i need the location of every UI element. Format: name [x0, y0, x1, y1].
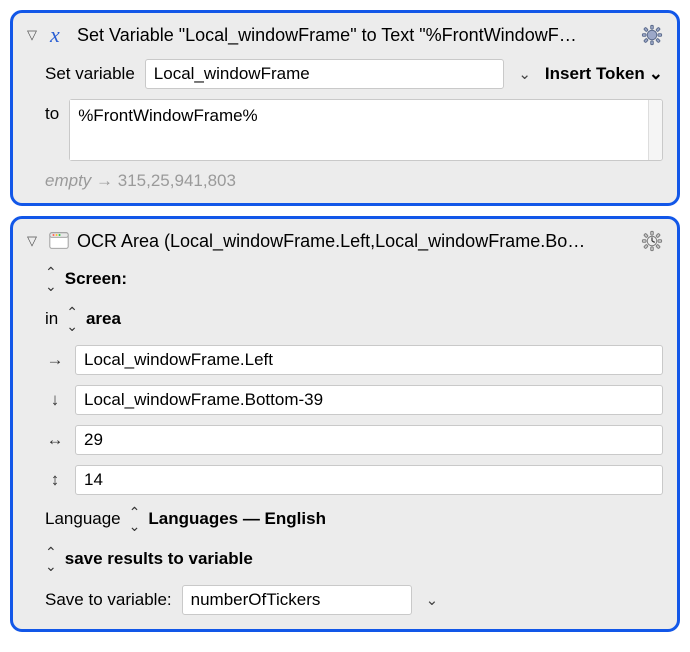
- coord-top-row: ↓: [45, 385, 663, 415]
- action-set-variable: ▽ x Set Variable "Local_windowFrame" to …: [10, 10, 680, 206]
- height-icon: ↕: [45, 470, 65, 490]
- coord-top-input[interactable]: [75, 385, 663, 415]
- result-preview: empty → 315,25,941,803: [45, 171, 663, 191]
- variable-name-input[interactable]: [145, 59, 505, 89]
- language-stepper[interactable]: ⌃⌄: [129, 505, 141, 533]
- save-results-row: ⌃⌄ save results to variable: [45, 545, 663, 573]
- arrow-icon: →: [96, 171, 113, 190]
- to-label: to: [45, 99, 59, 124]
- disclosure-triangle[interactable]: ▽: [27, 233, 41, 249]
- area-stepper[interactable]: ⌃⌄: [66, 305, 78, 333]
- coord-width-row: ↔: [45, 425, 663, 455]
- action-title: Set Variable "Local_windowFrame" to Text…: [77, 25, 635, 46]
- variable-row: Set variable ⌄ Insert Token ⌄: [45, 59, 663, 89]
- scrollbar[interactable]: [648, 100, 662, 160]
- action-header: ▽ OCR Area (Local_windowFrame.Left,Local…: [27, 229, 663, 253]
- disclosure-triangle[interactable]: ▽: [27, 27, 41, 43]
- save-to-dropdown[interactable]: ⌄: [422, 591, 443, 609]
- in-label: in: [45, 309, 58, 329]
- to-row: to %FrontWindowFrame%: [45, 99, 663, 161]
- chevron-down-icon: ⌄: [649, 64, 663, 84]
- save-results-stepper[interactable]: ⌃⌄: [45, 545, 57, 573]
- coord-width-input[interactable]: [75, 425, 663, 455]
- variable-dropdown[interactable]: ⌄: [514, 65, 535, 83]
- language-row: Language ⌃⌄ Languages — English: [45, 505, 663, 533]
- to-value-wrap: %FrontWindowFrame%: [69, 99, 663, 161]
- languages-value: Languages — English: [148, 509, 326, 529]
- empty-label: empty: [45, 171, 91, 190]
- action-title: OCR Area (Local_windowFrame.Left,Local_w…: [77, 231, 635, 252]
- window-icon: [47, 229, 71, 253]
- in-area-row: in ⌃⌄ area: [45, 305, 663, 333]
- coord-left-input[interactable]: [75, 345, 663, 375]
- save-to-label: Save to variable:: [45, 590, 172, 610]
- save-results-label: save results to variable: [65, 549, 253, 569]
- arrow-down-icon: ↓: [45, 390, 65, 410]
- coord-left-row: →: [45, 345, 663, 375]
- save-to-row: Save to variable: ⌄: [45, 585, 663, 615]
- save-to-input[interactable]: [182, 585, 412, 615]
- arrow-right-icon: →: [45, 350, 65, 370]
- language-label: Language: [45, 509, 121, 529]
- to-value-input[interactable]: %FrontWindowFrame%: [70, 100, 648, 160]
- action-header: ▽ x Set Variable "Local_windowFrame" to …: [27, 23, 663, 47]
- gear-timer-icon[interactable]: [641, 230, 663, 252]
- svg-text:x: x: [49, 23, 60, 47]
- gear-icon[interactable]: [641, 24, 663, 46]
- set-variable-label: Set variable: [45, 64, 135, 84]
- insert-token-button[interactable]: Insert Token ⌄: [545, 64, 663, 84]
- area-label: area: [86, 309, 121, 329]
- result-value: 315,25,941,803: [118, 171, 236, 190]
- screen-label: Screen:: [65, 269, 127, 289]
- width-icon: ↔: [45, 430, 65, 450]
- screen-row: ⌃⌄ Screen:: [45, 265, 663, 293]
- coord-height-input[interactable]: [75, 465, 663, 495]
- coord-height-row: ↕: [45, 465, 663, 495]
- insert-token-label: Insert Token: [545, 64, 645, 84]
- variable-icon: x: [47, 23, 71, 47]
- action-ocr-area: ▽ OCR Area (Local_windowFrame.Left,Local…: [10, 216, 680, 632]
- screen-stepper[interactable]: ⌃⌄: [45, 265, 57, 293]
